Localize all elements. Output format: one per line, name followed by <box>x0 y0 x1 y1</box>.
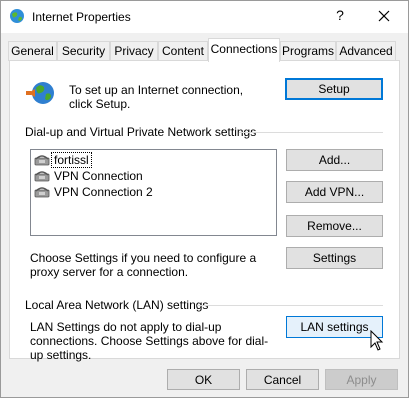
dial-up-phone-icon <box>34 171 50 182</box>
add-button[interactable]: Add... <box>286 149 383 171</box>
tab-general[interactable]: General <box>8 41 57 61</box>
add-vpn-button[interactable]: Add VPN... <box>286 181 383 203</box>
internet-globe-icon <box>10 9 24 23</box>
cancel-button[interactable]: Cancel <box>246 369 319 390</box>
close-icon <box>378 10 390 22</box>
lan-description: LAN Settings do not apply to dial-up con… <box>30 320 269 362</box>
mouse-pointer-icon <box>370 330 384 351</box>
tab-connections[interactable]: Connections <box>208 38 280 62</box>
settings-button[interactable]: Settings <box>286 247 383 269</box>
tab-strip: General Security Privacy Content Connect… <box>1 33 408 62</box>
connect-globe-icon <box>26 82 54 104</box>
dial-up-phone-icon <box>34 187 50 198</box>
close-button[interactable] <box>373 5 395 27</box>
vpn-section-heading: Dial-up and Virtual Private Network sett… <box>25 125 257 139</box>
list-item-label: fortissl <box>51 152 92 168</box>
tab-security[interactable]: Security <box>57 41 110 61</box>
list-item-label: VPN Connection 2 <box>54 185 153 199</box>
dial-up-phone-icon <box>34 155 50 166</box>
tab-advanced[interactable]: Advanced <box>336 41 396 61</box>
internet-properties-dialog: Internet Properties ? General Security P… <box>0 0 409 398</box>
proxy-settings-description: Choose Settings if you need to configure… <box>30 251 257 279</box>
vpn-heading-divider <box>239 132 383 133</box>
setup-description: To set up an Internet connection, click … <box>69 83 244 111</box>
tab-content[interactable]: Content <box>158 41 208 61</box>
lan-section-heading: Local Area Network (LAN) settings <box>25 298 209 312</box>
lan-heading-divider <box>197 305 383 306</box>
help-button[interactable]: ? <box>332 7 348 25</box>
connections-list[interactable]: fortissl VPN Connection VPN Connection 2 <box>30 149 277 236</box>
ok-button[interactable]: OK <box>167 369 240 390</box>
lan-settings-button[interactable]: LAN settings <box>286 316 383 338</box>
tab-privacy[interactable]: Privacy <box>110 41 158 61</box>
list-item-label: VPN Connection <box>54 169 143 183</box>
window-title: Internet Properties <box>32 10 131 24</box>
tab-programs[interactable]: Programs <box>280 41 336 61</box>
remove-button[interactable]: Remove... <box>286 215 383 237</box>
apply-button[interactable]: Apply <box>325 369 398 390</box>
setup-button[interactable]: Setup <box>285 78 383 100</box>
title-bar[interactable]: Internet Properties ? <box>1 1 408 33</box>
